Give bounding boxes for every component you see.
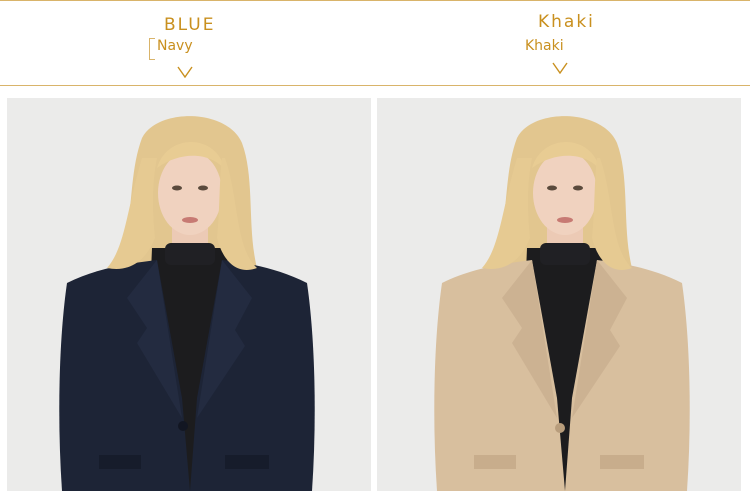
chevron-down-icon[interactable]: [552, 62, 568, 74]
variant-color-name: BLUE: [164, 15, 216, 35]
top-border: [0, 0, 750, 1]
model-illustration: [377, 98, 741, 491]
chevron-down-icon[interactable]: [177, 66, 193, 78]
model-illustration: [7, 98, 371, 491]
header-divider: [0, 85, 750, 86]
product-photo-khaki: [377, 98, 741, 491]
selection-bracket: [149, 38, 155, 60]
variant-color-name: Khaki: [538, 12, 595, 32]
variant-sub-name: Khaki: [525, 38, 564, 54]
product-photo-navy: [7, 98, 371, 491]
variant-sub-name: Navy: [157, 38, 193, 54]
